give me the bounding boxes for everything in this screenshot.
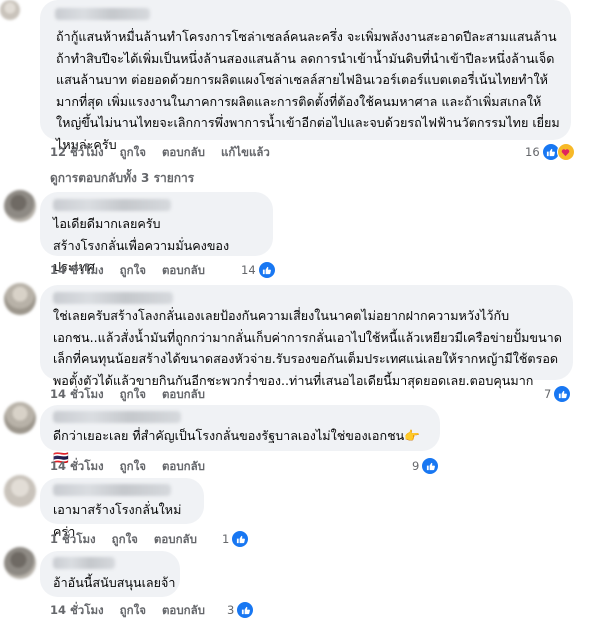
comment-bubble: ดีกว่าเยอะเลย ที่สำคัญเป็นโรงกลั่นของรัฐ… [40, 405, 440, 465]
reaction-count[interactable]: 3 [227, 601, 255, 619]
reply-button[interactable]: ตอบกลับ [162, 602, 205, 620]
comment-text: อ้าอันนี้สนับสนุนเลยจ้า [53, 575, 176, 590]
comment-text: ใช่เลยครับสร้างโลงกลั่นเองเลยป้องกันความ… [53, 308, 562, 388]
reaction-count[interactable]: 7 [544, 385, 572, 403]
avatar[interactable] [4, 402, 36, 434]
thumbs-up-icon [231, 530, 250, 548]
thumbs-up-icon [421, 457, 440, 475]
reply-button[interactable]: ตอบกลับ [162, 458, 205, 476]
commenter-name-blurred[interactable] [53, 484, 171, 496]
reaction-count[interactable]: 14 [241, 261, 276, 279]
comment-bubble: เอามาสร้างโรงกลั่นใหม่คร่า [40, 478, 204, 539]
thumbs-up-icon [257, 261, 276, 279]
comment-time[interactable]: 14 ชั่วโมง [50, 458, 104, 476]
like-button[interactable]: ถูกใจ [120, 458, 146, 476]
reaction-number: 7 [544, 387, 552, 401]
edited-label: แก้ไขแล้ว [220, 145, 270, 159]
comment-text: ถ้ากู้แสนห้าหมื่นล้านทำโครงการโซล่าเซลล์… [56, 29, 560, 152]
comment-meta: 12 ชั่วโมง ถูกใจ ตอบกลับ แก้ไขแล้ว [50, 144, 270, 162]
reaction-number: 9 [412, 459, 420, 473]
reply-button[interactable]: ตอบกลับ [162, 262, 205, 280]
reaction-number: 1 [222, 532, 230, 546]
comment-time[interactable]: 12 ชั่วโมง [50, 144, 104, 162]
avatar[interactable] [0, 0, 20, 20]
commenter-name-blurred[interactable] [55, 8, 150, 20]
reaction-count[interactable]: 1 [222, 530, 250, 548]
comment-meta: 14 ชั่วโมง ถูกใจ ตอบกลับ [50, 458, 205, 476]
reaction-number: 14 [241, 263, 256, 277]
view-replies-link[interactable]: ดูการตอบกลับทั้ง 3 รายการ [50, 169, 194, 188]
reaction-count[interactable]: 16 [525, 143, 575, 161]
comment-meta: 14 ชั่วโมง ถูกใจ ตอบกลับ [50, 386, 205, 404]
like-button[interactable]: ถูกใจ [120, 602, 146, 620]
like-button[interactable]: ถูกใจ [120, 144, 146, 162]
comment-bubble: ใช่เลยครับสร้างโลงกลั่นเองเลยป้องกันความ… [40, 285, 573, 388]
comment-meta: 14 ชั่วโมง ถูกใจ ตอบกลับ [50, 602, 205, 620]
avatar[interactable] [4, 283, 36, 315]
avatar[interactable] [4, 190, 36, 222]
avatar[interactable] [4, 547, 36, 579]
reaction-number: 16 [525, 145, 540, 159]
commenter-name-blurred[interactable] [53, 292, 173, 304]
reply-button[interactable]: ตอบกลับ [162, 386, 205, 404]
reply-button[interactable]: ตอบกลับ [162, 144, 205, 162]
like-button[interactable]: ถูกใจ [120, 262, 146, 280]
comment-time[interactable]: 14 ชั่วโมง [50, 602, 104, 620]
thumbs-up-icon [553, 385, 572, 403]
thumbs-up-icon [236, 601, 255, 619]
comment-time[interactable]: 1 ชั่วโมง [50, 531, 96, 549]
comment-bubble: ไอเดียดีมากเลยครับ สร้างโรงกลั่นเพื่อควา… [40, 192, 273, 274]
comment-bubble: อ้าอันนี้สนับสนุนเลยจ้า [40, 551, 180, 597]
comment-time[interactable]: 14 ชั่วโมง [50, 386, 104, 404]
comment-meta: 1 ชั่วโมง ถูกใจ ตอบกลับ [50, 531, 197, 549]
comment-meta: 14 ชั่วโมง ถูกใจ ตอบกลับ [50, 262, 205, 280]
like-button[interactable]: ถูกใจ [120, 386, 146, 404]
commenter-name-blurred[interactable] [53, 411, 181, 423]
like-button[interactable]: ถูกใจ [112, 531, 138, 549]
comment-bubble: ถ้ากู้แสนห้าหมื่นล้านทำโครงการโซล่าเซลล์… [40, 0, 571, 152]
reaction-count[interactable]: 9 [412, 457, 440, 475]
commenter-name-blurred[interactable] [53, 557, 115, 569]
reaction-number: 3 [227, 603, 235, 617]
avatar[interactable] [4, 475, 36, 507]
comment-time[interactable]: 14 ชั่วโมง [50, 262, 104, 280]
reply-button[interactable]: ตอบกลับ [154, 531, 197, 549]
commenter-name-blurred[interactable] [53, 199, 171, 211]
love-care-icon [556, 143, 575, 161]
